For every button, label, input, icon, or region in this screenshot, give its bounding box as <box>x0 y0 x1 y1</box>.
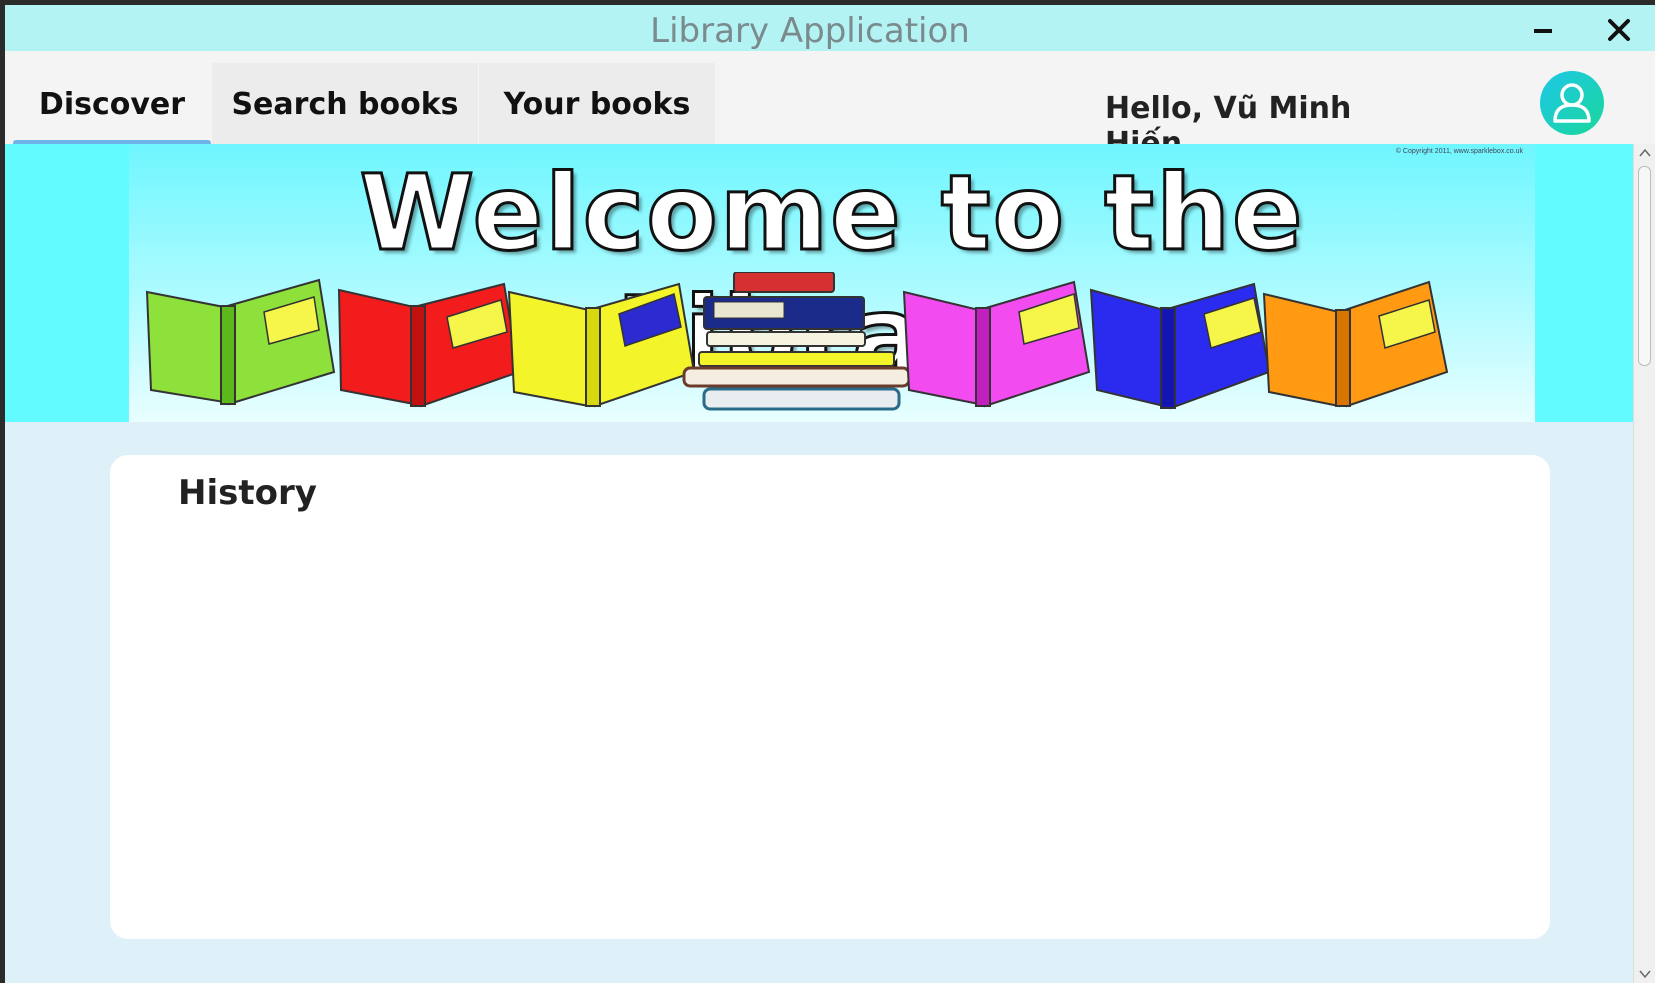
book-pink-icon <box>902 280 1091 408</box>
tab-bar: Discover Search books Your books Hello, … <box>5 51 1655 161</box>
user-avatar-button[interactable] <box>1540 71 1604 135</box>
book-green-icon <box>145 278 336 406</box>
tab-your-books-label: Your books <box>503 87 691 122</box>
app-window: Library Application Discover Search book… <box>5 5 1655 983</box>
title-bar: Library Application <box>5 5 1655 51</box>
tab-discover-label: Discover <box>38 87 186 122</box>
scrollbar-thumb[interactable] <box>1638 166 1651 366</box>
banner-strip: © Copyright 2011, www.sparklebox.co.uk W… <box>5 144 1633 422</box>
close-button[interactable] <box>1604 15 1634 45</box>
tab-discover[interactable]: Discover <box>13 63 211 146</box>
tab-search-books[interactable]: Search books <box>212 63 478 146</box>
content-area: © Copyright 2011, www.sparklebox.co.uk W… <box>5 144 1633 983</box>
book-red-icon <box>337 282 521 408</box>
minimize-icon <box>1534 29 1552 33</box>
book-blue-icon <box>1089 282 1271 410</box>
tab-your-books[interactable]: Your books <box>479 63 715 146</box>
history-panel: History <box>110 455 1550 939</box>
book-yellow-icon <box>507 282 696 408</box>
book-orange-icon <box>1262 280 1449 408</box>
window-title: Library Application <box>650 11 970 51</box>
user-avatar-icon <box>1553 83 1591 123</box>
scroll-up-icon[interactable] <box>1639 148 1651 158</box>
close-icon <box>1608 19 1630 41</box>
book-stack-icon <box>682 272 911 411</box>
scroll-down-icon[interactable] <box>1639 969 1651 979</box>
welcome-banner-image: © Copyright 2011, www.sparklebox.co.uk W… <box>129 144 1535 422</box>
tab-search-books-label: Search books <box>231 87 459 122</box>
minimize-button[interactable] <box>1528 15 1558 45</box>
books-illustration <box>145 272 1449 411</box>
history-heading: History <box>178 473 317 513</box>
vertical-scrollbar[interactable] <box>1633 144 1655 983</box>
